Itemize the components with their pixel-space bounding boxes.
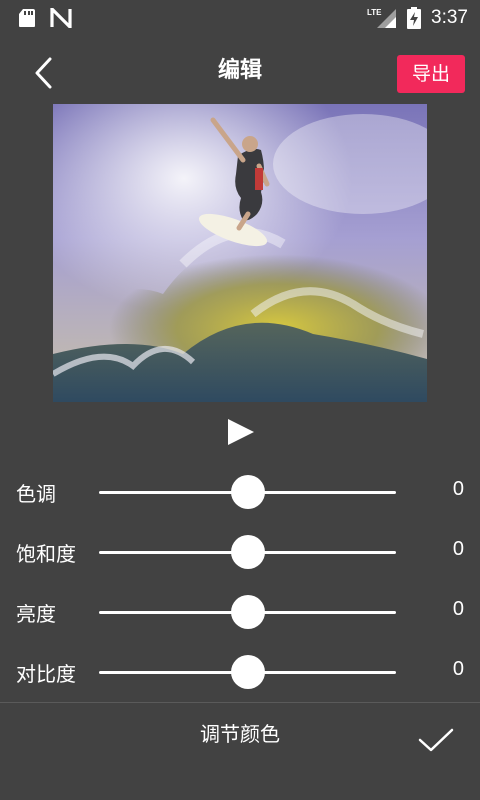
saturation-value: 0 (452, 538, 464, 560)
hue-slider-thumb[interactable] (230, 475, 265, 509)
toolbar: 编辑 导出 (0, 40, 480, 108)
brightness-slider-thumb[interactable] (230, 595, 265, 629)
confirm-button[interactable] (416, 720, 456, 760)
saturation-label: 饱和度 (16, 542, 76, 566)
contrast-slider-track[interactable] (99, 655, 396, 689)
brightness-label: 亮度 (16, 602, 56, 626)
hue-label: 色调 (16, 482, 56, 506)
battery-charging-icon (407, 7, 422, 29)
status-left-icons (18, 8, 72, 28)
surfer-photo (53, 104, 427, 402)
play-button[interactable] (224, 417, 258, 447)
hue-value: 0 (452, 478, 464, 500)
checkmark-icon (418, 728, 454, 752)
brightness-value: 0 (452, 598, 464, 620)
n-notification-icon (50, 8, 72, 28)
export-button[interactable]: 导出 (397, 55, 465, 93)
contrast-slider-thumb[interactable] (230, 655, 265, 689)
contrast-label: 对比度 (16, 662, 76, 686)
sd-card-icon (19, 9, 35, 27)
play-icon (228, 419, 254, 445)
saturation-slider-track[interactable] (99, 535, 396, 569)
saturation-slider-row: 饱和度 0 (0, 532, 480, 572)
svg-text:LTE: LTE (367, 8, 382, 17)
contrast-slider-row: 对比度 0 (0, 652, 480, 692)
contrast-value: 0 (452, 658, 464, 680)
lte-signal-icon: LTE (367, 8, 397, 28)
hue-slider-row: 色调 0 (0, 472, 480, 512)
brightness-slider-row: 亮度 0 (0, 592, 480, 632)
panel-title: 调节颜色 (200, 722, 280, 746)
clock: 3:37 (431, 7, 468, 28)
status-right-icons: LTE 3:37 (367, 4, 468, 32)
saturation-slider-thumb[interactable] (230, 535, 265, 569)
hue-slider-track[interactable] (99, 475, 396, 509)
brightness-slider-track[interactable] (99, 595, 396, 629)
divider (0, 702, 480, 703)
photo-preview (53, 104, 427, 402)
status-bar: LTE 3:37 (0, 0, 480, 36)
